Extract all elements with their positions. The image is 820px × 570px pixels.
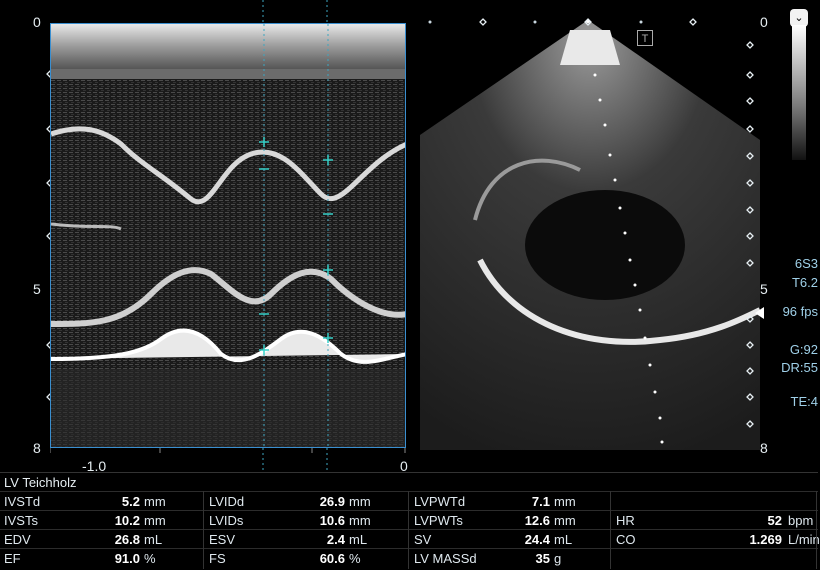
mmode-depth-8: 8 [33, 440, 41, 456]
measurement-value: 91.0 [114, 551, 140, 566]
measurement-value [712, 549, 782, 568]
table-row: IVSTs 10.2 mm LVIDs 10.6 mm LVPWTs 12.6 mm HR 52 bp… [0, 510, 818, 530]
measurement-unit: mL [349, 532, 368, 547]
measurement-label: LVIDs [209, 513, 244, 528]
sector-depth-markers [746, 41, 754, 428]
measurement-value: 26.8 [114, 532, 140, 547]
measurement-value: 12.6 [524, 513, 550, 528]
measurement-unit: mm [144, 494, 166, 509]
measurement-label: IVSTd [4, 494, 41, 509]
column-divider [816, 491, 817, 569]
measurement-unit: mL [144, 532, 163, 547]
mmode-depth-5: 5 [33, 281, 41, 297]
measurement-value: 24.4 [524, 532, 550, 547]
mmode-trace-panel[interactable] [50, 23, 406, 448]
column-divider [203, 491, 204, 569]
measurement-unit: mm [349, 494, 371, 509]
measurement-unit: mm [349, 513, 371, 528]
measurement-label: HR [616, 513, 635, 528]
measurement-label: LVIDd [209, 494, 245, 509]
caliper-guides [262, 0, 328, 470]
sector-image[interactable] [420, 20, 760, 450]
measurement-value: 7.1 [531, 494, 550, 509]
measurement-unit: mL [554, 532, 573, 547]
t-marker-button[interactable]: T [637, 30, 653, 46]
measurement-value: 1.269 [749, 532, 782, 547]
measurement-label: SV [414, 532, 432, 547]
measurement-value: 2.4 [326, 532, 345, 547]
measurement-value: 60.6 [319, 551, 345, 566]
column-divider [408, 491, 409, 569]
measurement-value [712, 492, 782, 511]
fps-label: 96 fps [782, 304, 818, 319]
measurement-unit: % [349, 551, 361, 566]
top-scale-markers [428, 18, 697, 26]
focus-marker-icon[interactable] [753, 306, 765, 320]
te-label: TE:4 [790, 394, 818, 409]
table-title: LV Teichholz [4, 475, 77, 490]
sector-depth-0: 0 [760, 14, 768, 30]
measurement-label: LVPWTs [414, 513, 463, 528]
measurement-unit: % [144, 551, 156, 566]
probe-label: 6S3 [794, 256, 818, 271]
measurement-value: 35 [535, 551, 550, 566]
measurement-value: 10.6 [319, 513, 345, 528]
measurement-label: ESV [209, 532, 236, 547]
sector-depth-5: 5 [760, 281, 768, 297]
column-divider [610, 491, 611, 569]
measurement-label: FS [209, 551, 226, 566]
measurement-unit: mm [554, 494, 576, 509]
measurement-unit: mm [144, 513, 166, 528]
measurement-value: 5.2 [121, 494, 140, 509]
dynamic-range-label: DR:55 [781, 360, 818, 375]
measurement-label: EF [4, 551, 21, 566]
table-row: EF 91.0% FS 60.6% LV MASSd 35 g [0, 548, 818, 568]
measurement-label: LV MASSd [414, 551, 477, 566]
measurement-value: 52 [767, 513, 782, 528]
measurement-label: IVSTs [4, 513, 38, 528]
measurement-value: 26.9 [319, 494, 345, 509]
measurement-label: CO [616, 532, 636, 547]
measurement-unit: mm [554, 513, 576, 528]
table-row: EDV 26.8 mL ESV 2.4 mL SV 24.4 mL CO 1.269 L/min [0, 529, 820, 549]
table-row: IVSTd 5.2 mm LVIDd 26.9 mm LVPWTd 7.1 mm [0, 491, 818, 511]
measurement-unit: g [554, 551, 562, 566]
time-axis-ticks [50, 448, 406, 453]
measurement-unit: bpm [788, 513, 814, 528]
mmode-depth-0: 0 [33, 14, 41, 30]
gain-label: G:92 [789, 342, 818, 357]
measurement-label: LVPWTd [414, 494, 466, 509]
gray-scale-bar [792, 25, 806, 160]
sector-depth-8: 8 [760, 440, 768, 456]
measurement-label: EDV [4, 532, 31, 547]
frequency-label: T6.2 [791, 275, 818, 290]
measurement-value: 10.2 [114, 513, 140, 528]
